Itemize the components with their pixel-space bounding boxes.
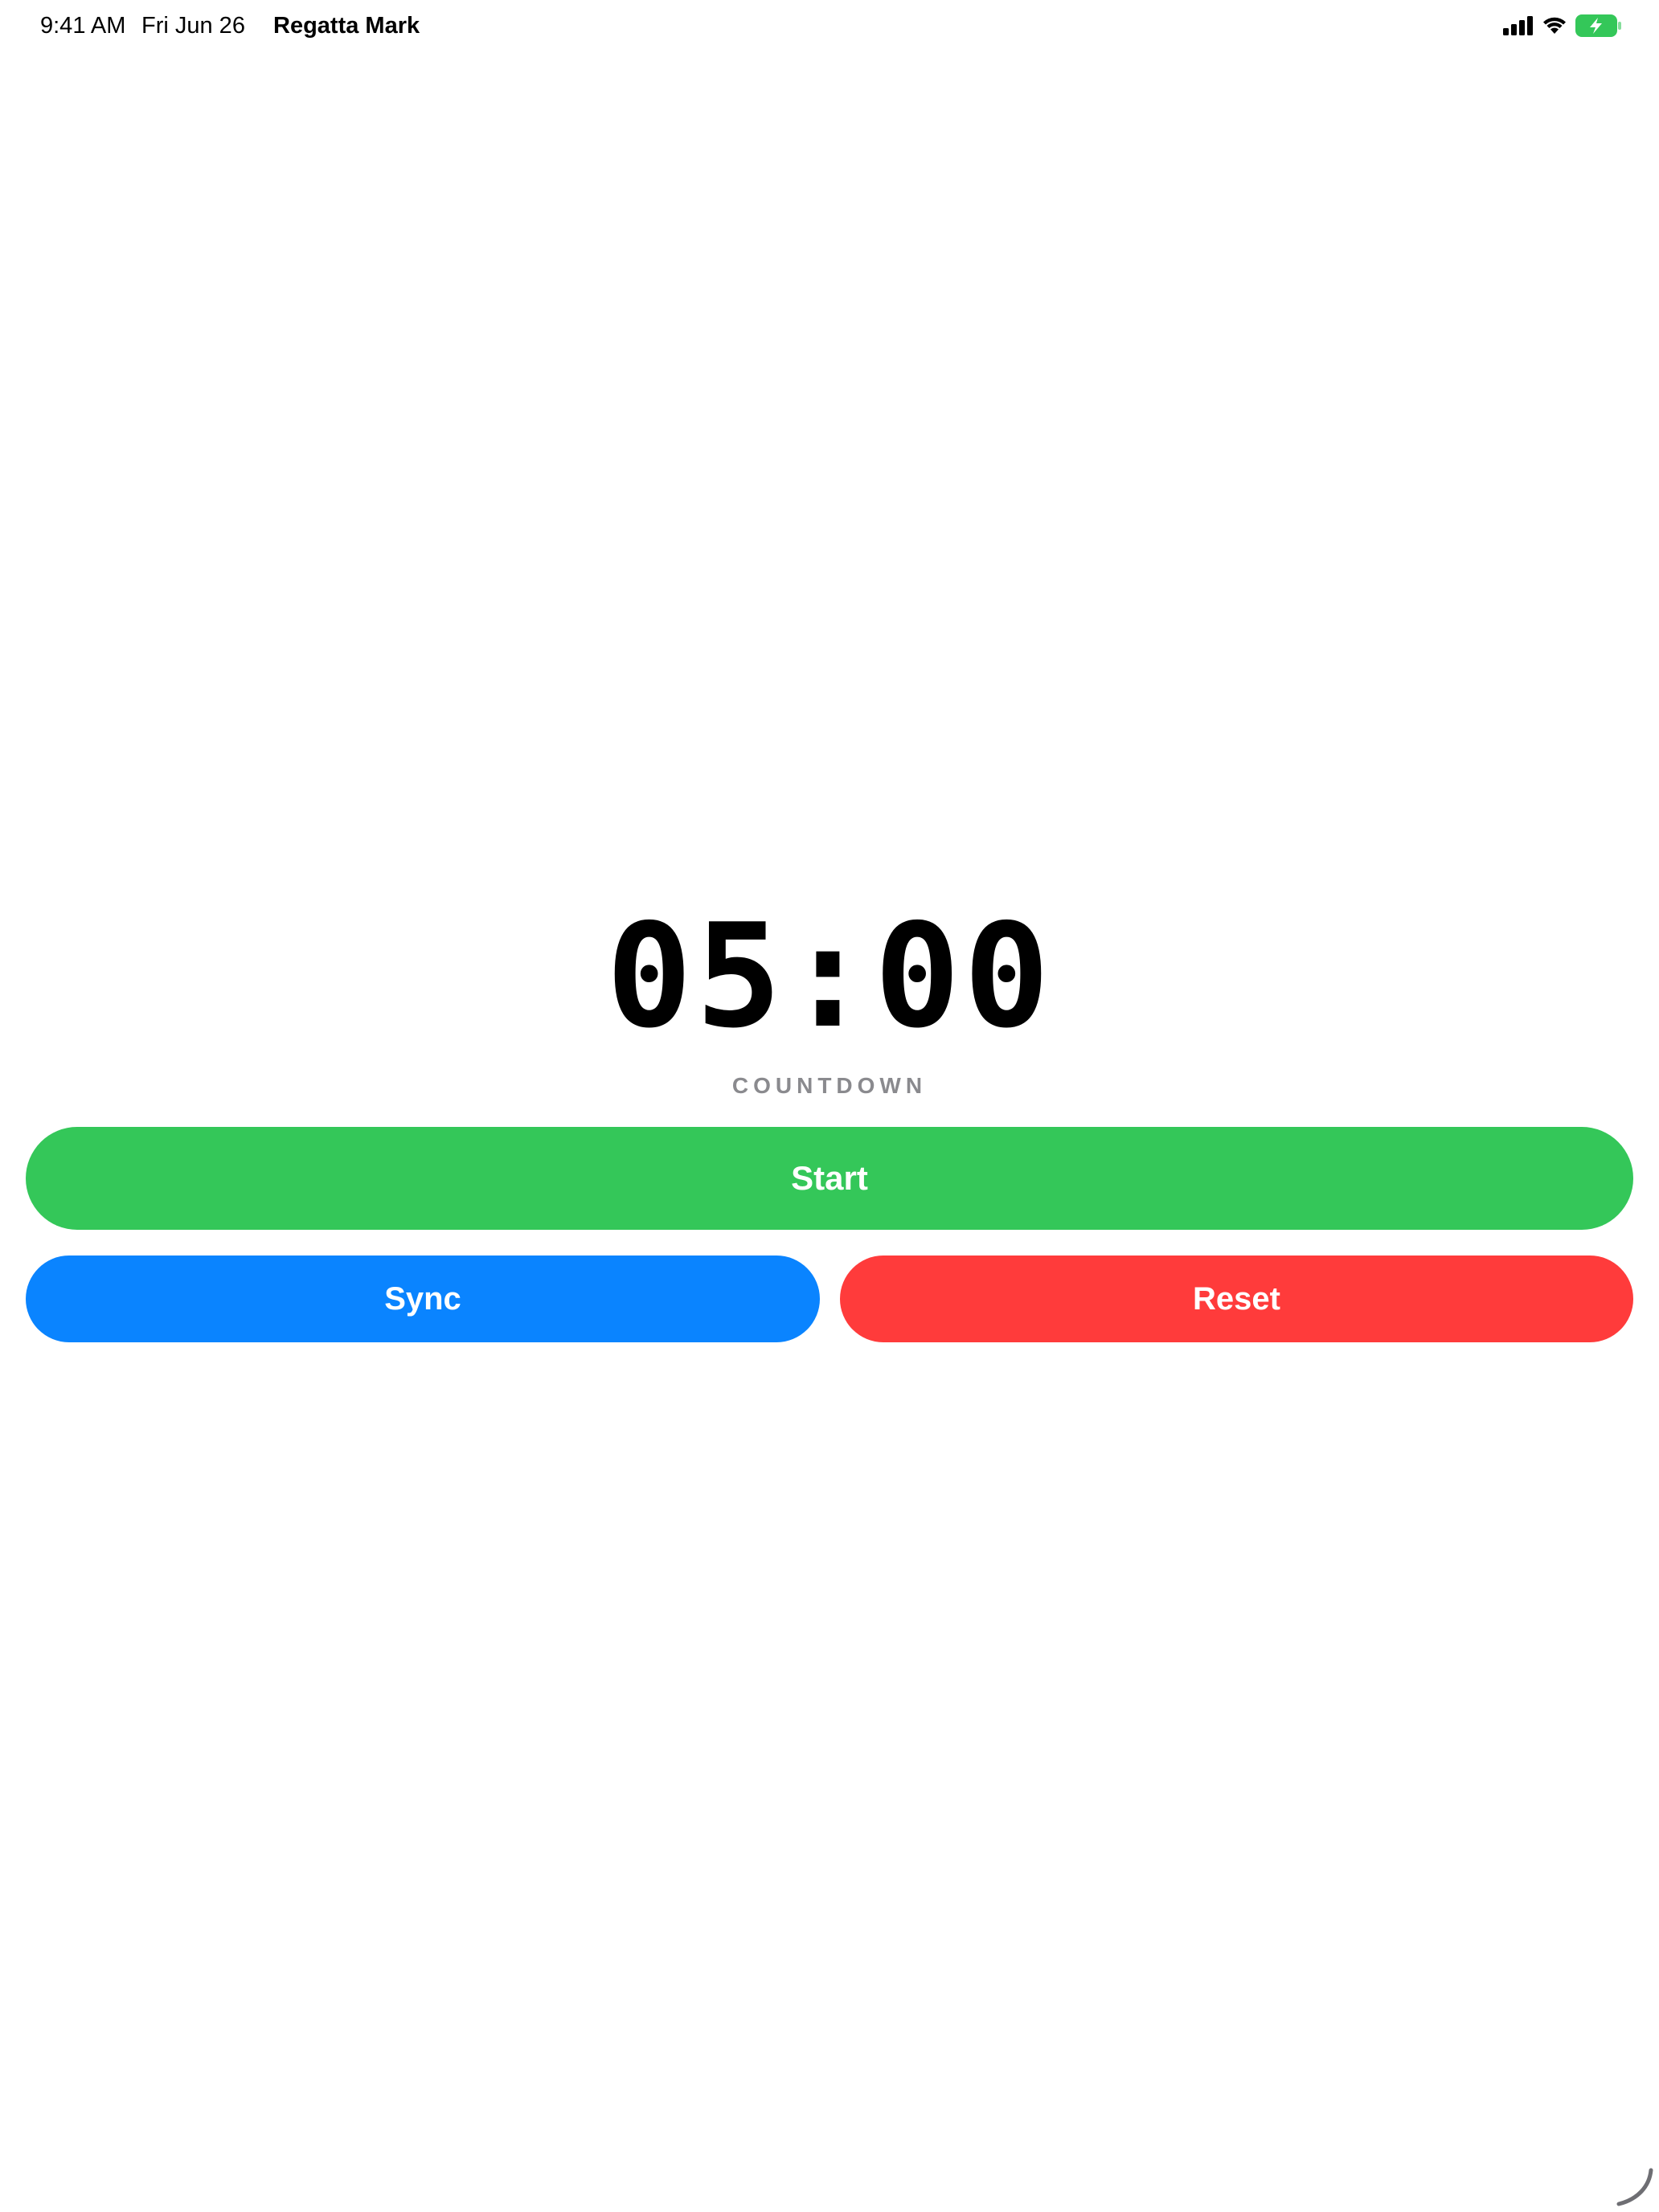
countdown-timer: 05:00 <box>606 893 1053 1059</box>
cellular-signal-icon <box>1503 16 1534 35</box>
status-icons <box>1503 13 1622 39</box>
status-app-name: Regatta Mark <box>273 13 420 39</box>
status-time: 9:41 AM <box>40 13 126 39</box>
reset-button[interactable]: Reset <box>840 1256 1633 1342</box>
resize-handle-icon[interactable] <box>1614 2167 1654 2207</box>
wifi-icon <box>1542 16 1567 35</box>
status-bar: 9:41 AM Fri Jun 26 Regatta Mark <box>0 0 1659 56</box>
battery-charging-icon <box>1575 14 1622 37</box>
status-date: Fri Jun 26 <box>141 13 245 39</box>
timer-caption: COUNTDOWN <box>731 1073 928 1098</box>
sync-button[interactable]: Sync <box>26 1256 820 1342</box>
start-button[interactable]: Start <box>26 1127 1633 1230</box>
